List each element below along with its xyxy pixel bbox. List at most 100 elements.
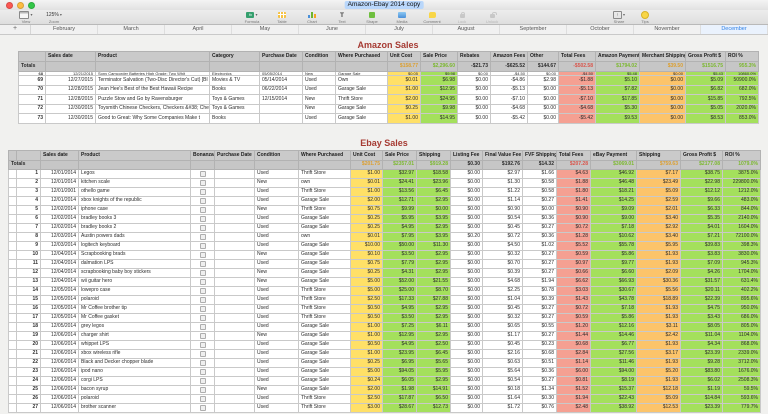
- cell[interactable]: $3.03: [556, 286, 591, 296]
- cell[interactable]: $2.92: [636, 223, 681, 233]
- cell[interactable]: $13.56: [382, 187, 417, 197]
- cell[interactable]: 779.7%: [722, 403, 761, 413]
- cell[interactable]: xbox wireless rifle: [78, 349, 191, 359]
- cell[interactable]: $38.75: [680, 169, 723, 179]
- cell[interactable]: $0.25: [350, 268, 383, 278]
- cell[interactable]: $12.12: [680, 187, 723, 197]
- cell[interactable]: $1.94: [522, 277, 557, 287]
- row-number[interactable]: 3: [16, 187, 41, 197]
- column-header[interactable]: Sale Price: [382, 150, 417, 161]
- cell[interactable]: own: [298, 178, 351, 188]
- bonanza-checkbox[interactable]: [199, 296, 206, 303]
- cell[interactable]: Toys & Games: [209, 103, 260, 114]
- cell[interactable]: 844.0%: [722, 205, 761, 215]
- cell[interactable]: Used: [254, 403, 299, 413]
- cell[interactable]: [214, 367, 255, 377]
- cell[interactable]: 12/06/2014: [40, 340, 79, 350]
- cell[interactable]: 1704.0%: [722, 268, 761, 278]
- tab-december[interactable]: December: [701, 25, 768, 34]
- cell[interactable]: Thrift Store: [335, 94, 388, 105]
- cell[interactable]: $0.39: [522, 295, 557, 305]
- cell[interactable]: Used: [254, 313, 299, 323]
- cell[interactable]: Used: [254, 394, 299, 404]
- cell[interactable]: $1.64: [482, 394, 523, 404]
- cell[interactable]: own: [298, 232, 351, 242]
- share-button[interactable]: ↑ ▾ Share: [606, 10, 632, 24]
- cell[interactable]: $94.05: [382, 367, 417, 377]
- cell[interactable]: $1.52: [556, 385, 591, 395]
- cell[interactable]: $46.48: [590, 178, 637, 188]
- cell[interactable]: Thrift Store: [298, 403, 351, 413]
- cell[interactable]: $52.00: [382, 277, 417, 287]
- cell[interactable]: 1104.0%: [722, 331, 761, 341]
- cell[interactable]: $0.70: [482, 259, 523, 269]
- cell[interactable]: xbox knights of the republic: [78, 196, 191, 206]
- totals-cell[interactable]: -$502.58: [558, 61, 596, 72]
- bonanza-checkbox[interactable]: [199, 368, 206, 375]
- cell[interactable]: $18.89: [636, 295, 681, 305]
- cell[interactable]: $0.27: [522, 259, 557, 269]
- cell[interactable]: $0.27: [522, 250, 557, 260]
- cell[interactable]: $5.09: [685, 75, 726, 86]
- column-header[interactable]: Condition: [302, 51, 336, 62]
- cell[interactable]: $5.10: [595, 75, 640, 86]
- cell[interactable]: 2140.0%: [722, 214, 761, 224]
- cell[interactable]: $1.34: [522, 385, 557, 395]
- cell[interactable]: $3.50: [382, 313, 417, 323]
- cell[interactable]: $2.84: [556, 349, 591, 359]
- cell[interactable]: othello game: [78, 187, 191, 197]
- cell[interactable]: 12/30/2015: [45, 113, 96, 124]
- cell[interactable]: $2.95: [416, 259, 451, 269]
- cell[interactable]: $0.63: [482, 358, 523, 368]
- row-number[interactable]: 23: [16, 367, 41, 377]
- cell[interactable]: 631.4%: [722, 277, 761, 287]
- cell[interactable]: Garage Sale: [298, 214, 351, 224]
- cell[interactable]: $4.01: [680, 223, 723, 233]
- column-header[interactable]: Total Fees: [558, 51, 596, 62]
- cell[interactable]: $23.95: [382, 349, 417, 359]
- cell[interactable]: $0.72: [556, 223, 591, 233]
- cell[interactable]: $0.45: [482, 340, 523, 350]
- cell[interactable]: $2.98: [527, 75, 559, 86]
- cell[interactable]: $15.85: [685, 94, 726, 105]
- cell[interactable]: 868.0%: [722, 340, 761, 350]
- cell[interactable]: scrapbooking baby boy stickers: [78, 268, 191, 278]
- row-number[interactable]: 19: [16, 331, 41, 341]
- cell[interactable]: $0.51: [522, 358, 557, 368]
- cell[interactable]: $4.34: [680, 340, 723, 350]
- zoom-window-button[interactable]: [28, 2, 35, 9]
- cell[interactable]: $1.94: [556, 394, 591, 404]
- cell[interactable]: $1.88: [556, 178, 591, 188]
- row-number[interactable]: 13: [16, 277, 41, 287]
- cell[interactable]: [190, 214, 215, 224]
- cell[interactable]: $43.78: [590, 295, 637, 305]
- column-header[interactable]: Unit Cost: [387, 51, 421, 62]
- cell[interactable]: 12/06/2014: [40, 394, 79, 404]
- cell[interactable]: lowepro case: [78, 286, 191, 296]
- cell[interactable]: [214, 331, 255, 341]
- cell[interactable]: $2.50: [350, 295, 383, 305]
- column-header[interactable]: Where Purchased: [298, 150, 351, 161]
- cell[interactable]: -$5.42: [490, 113, 528, 124]
- cell[interactable]: $2.16: [482, 349, 523, 359]
- cell[interactable]: bradley books 3: [78, 214, 191, 224]
- cell[interactable]: $23.39: [680, 349, 723, 359]
- cell[interactable]: [214, 358, 255, 368]
- row-number[interactable]: 17: [16, 313, 41, 323]
- cell[interactable]: [190, 259, 215, 269]
- cell[interactable]: $11.04: [680, 331, 723, 341]
- cell[interactable]: $1.20: [556, 322, 591, 332]
- cell[interactable]: 895.6%: [722, 295, 761, 305]
- cell[interactable]: $0.27: [522, 313, 557, 323]
- cell[interactable]: $0.00: [450, 214, 483, 224]
- cell[interactable]: $2.95: [416, 376, 451, 386]
- cell[interactable]: $5.00: [350, 367, 383, 377]
- cell[interactable]: $7.82: [595, 84, 640, 95]
- cell[interactable]: $5.86: [590, 313, 637, 323]
- row-number[interactable]: 73: [18, 113, 46, 124]
- cell[interactable]: $0.90: [556, 214, 591, 224]
- cell[interactable]: Garage Sale: [298, 322, 351, 332]
- cell[interactable]: $14.84: [680, 394, 723, 404]
- cell[interactable]: $6.33: [680, 205, 723, 215]
- cell[interactable]: Terminator Salvation (Two-Disc Director'…: [95, 75, 210, 86]
